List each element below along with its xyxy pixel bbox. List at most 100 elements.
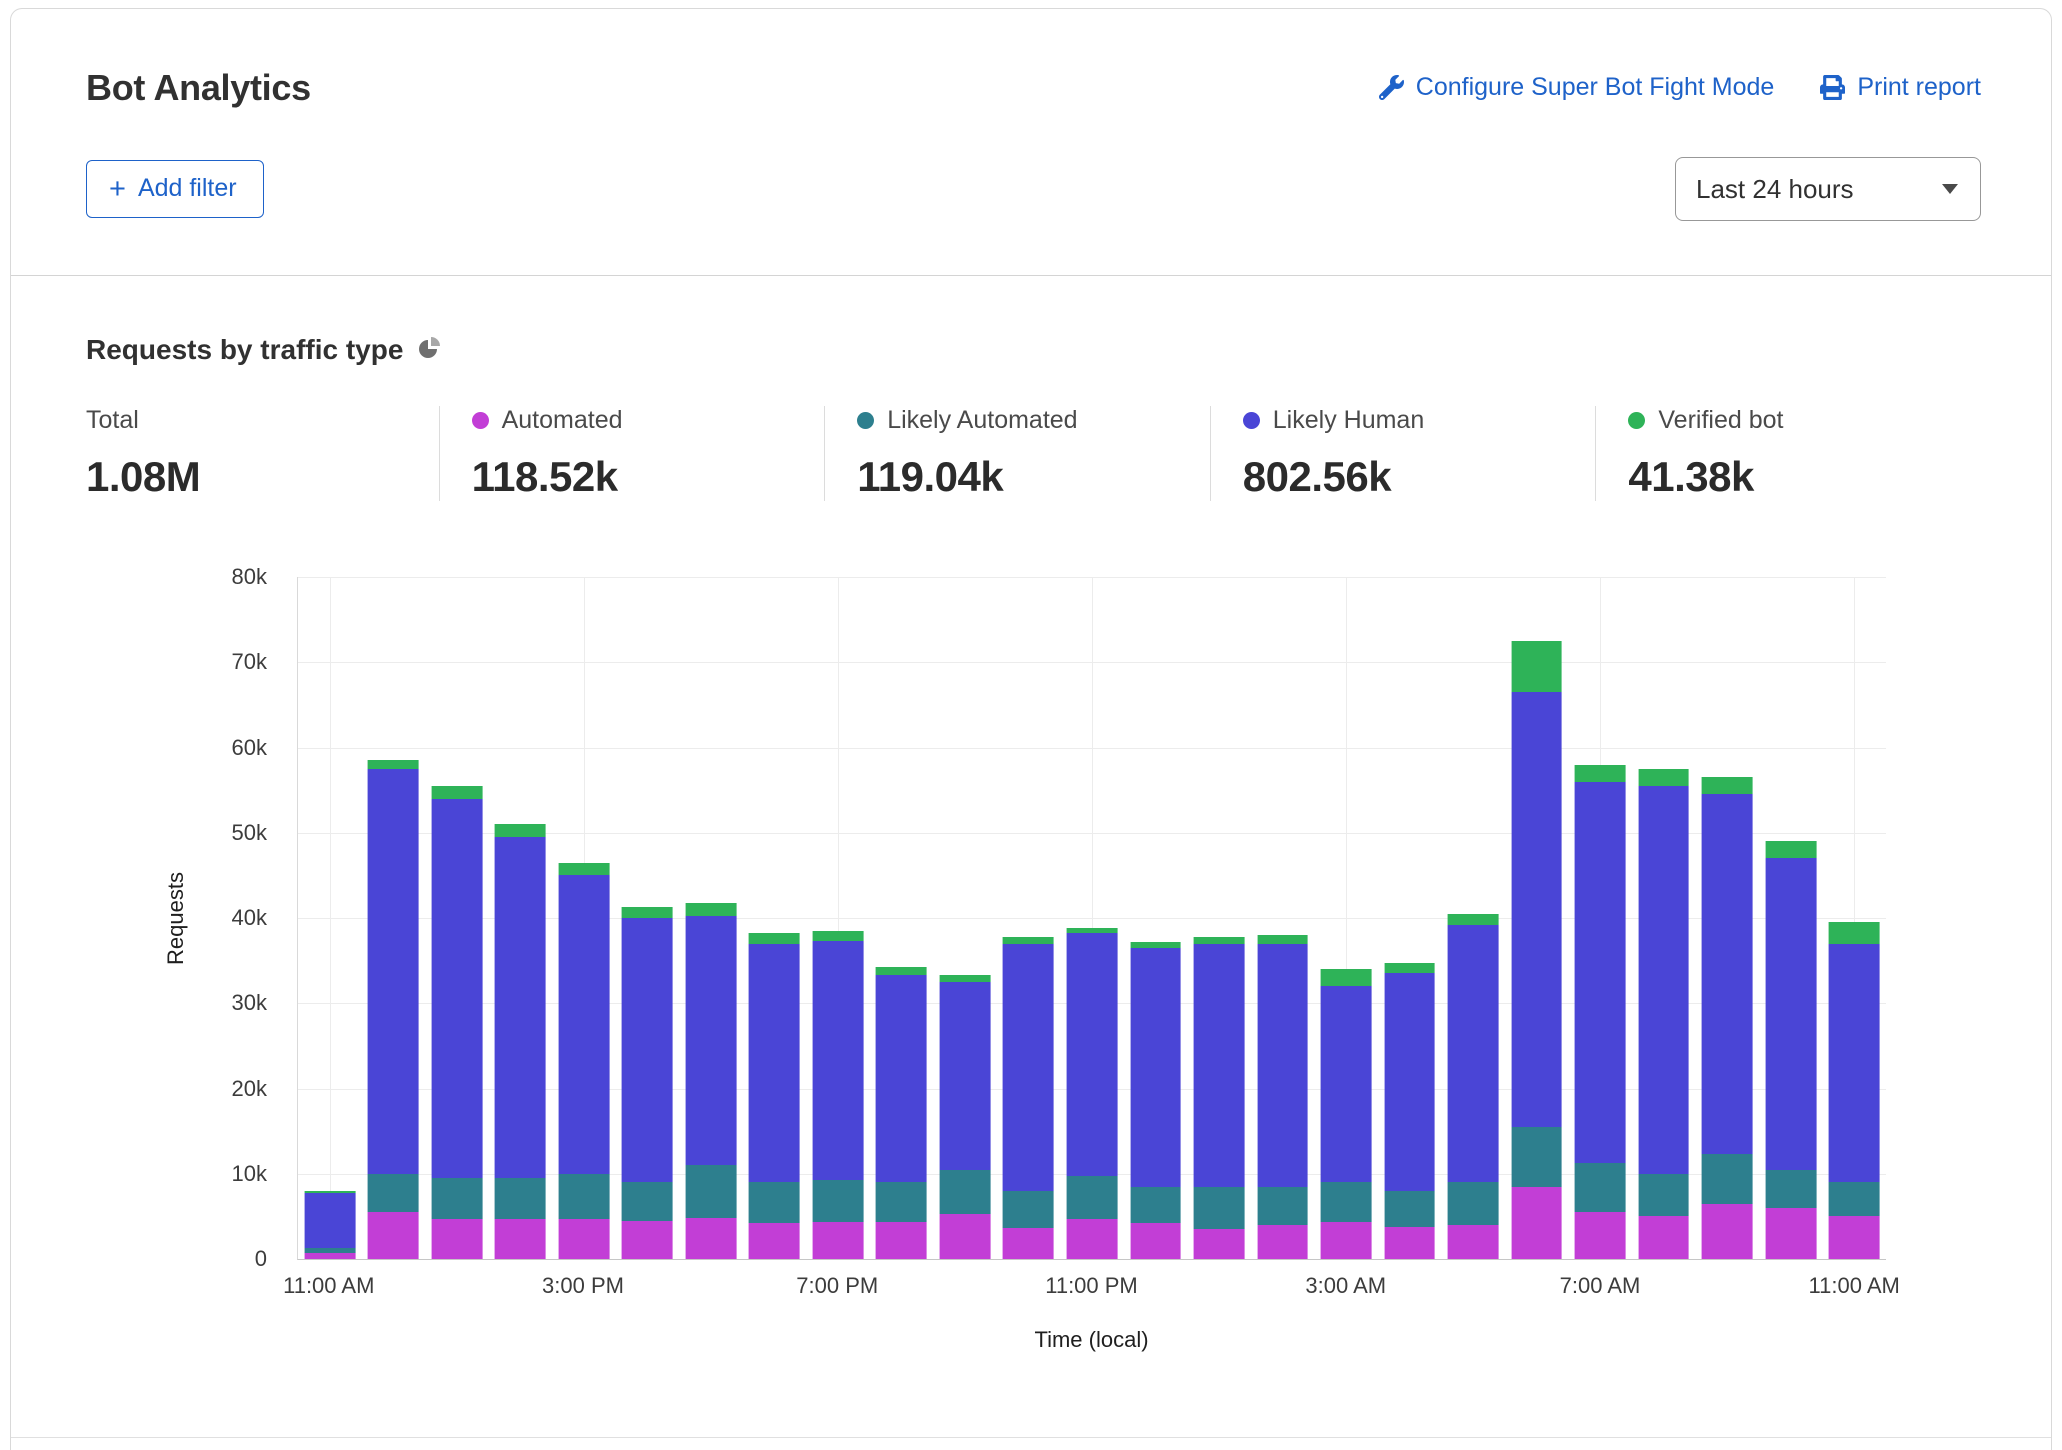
stacked-bar-24[interactable]: [1829, 577, 1880, 1259]
stacked-bar-5[interactable]: [622, 577, 673, 1259]
stacked-bar-4[interactable]: [558, 577, 609, 1259]
segment-automated: [1194, 1229, 1245, 1259]
segment-likely-automated: [1384, 1191, 1435, 1228]
stacked-bar-1[interactable]: [368, 577, 419, 1259]
stacked-bar-6[interactable]: [685, 577, 736, 1259]
bar-slot: [997, 577, 1061, 1259]
bar-slot: [425, 577, 489, 1259]
segment-verified-bot: [1384, 963, 1435, 973]
segment-verified-bot: [1321, 969, 1372, 986]
segment-likely-human: [1575, 782, 1626, 1163]
segment-likely-automated: [431, 1178, 482, 1219]
stat-total: Total 1.08M: [86, 406, 439, 501]
x-axis-title: Time (local): [297, 1327, 1886, 1353]
stacked-bar-21[interactable]: [1638, 577, 1689, 1259]
bar-slot: [679, 577, 743, 1259]
segment-verified-bot: [558, 863, 609, 875]
segment-likely-automated: [685, 1165, 736, 1218]
bar-slot: [1568, 577, 1632, 1259]
stat-likely-automated-label: Likely Automated: [887, 406, 1077, 435]
stat-likely-human: Likely Human 802.56k: [1210, 406, 1596, 501]
segment-likely-automated: [1257, 1187, 1308, 1225]
stacked-bar-15[interactable]: [1257, 577, 1308, 1259]
likely-human-legend-dot: [1243, 412, 1260, 429]
print-link-label: Print report: [1857, 73, 1981, 102]
segment-verified-bot: [1511, 641, 1562, 692]
segment-likely-automated: [876, 1182, 927, 1222]
segment-automated: [622, 1221, 673, 1259]
bar-slot: [1187, 577, 1251, 1259]
y-tick-label: 0: [255, 1246, 267, 1272]
bar-slot: [1124, 577, 1188, 1259]
stacked-bar-12[interactable]: [1067, 577, 1118, 1259]
stacked-bar-7[interactable]: [749, 577, 800, 1259]
segment-automated: [940, 1214, 991, 1259]
segment-likely-automated: [1003, 1191, 1054, 1229]
y-tick-label: 10k: [232, 1161, 267, 1187]
y-tick-label: 80k: [232, 564, 267, 590]
stacked-bar-11[interactable]: [1003, 577, 1054, 1259]
x-tick-label: 11:00 PM: [1045, 1273, 1138, 1299]
segment-automated: [1003, 1228, 1054, 1259]
stacked-bar-19[interactable]: [1511, 577, 1562, 1259]
stacked-bar-10[interactable]: [940, 577, 991, 1259]
stacked-bar-14[interactable]: [1194, 577, 1245, 1259]
stacked-bar-20[interactable]: [1575, 577, 1626, 1259]
stacked-bar-13[interactable]: [1130, 577, 1181, 1259]
segment-automated: [558, 1219, 609, 1259]
segment-likely-automated: [622, 1182, 673, 1220]
stacked-bar-2[interactable]: [431, 577, 482, 1259]
stacked-bar-18[interactable]: [1448, 577, 1499, 1259]
segment-verified-bot: [1829, 922, 1880, 943]
plot-area: [297, 577, 1886, 1260]
section-title: Requests by traffic type: [86, 334, 403, 366]
stacked-bar-17[interactable]: [1384, 577, 1435, 1259]
stat-total-value: 1.08M: [86, 453, 439, 501]
segment-likely-human: [813, 941, 864, 1180]
segment-likely-automated: [1638, 1174, 1689, 1217]
stacked-bar-0[interactable]: [304, 577, 355, 1259]
segment-verified-bot: [1194, 937, 1245, 944]
segment-verified-bot: [1765, 841, 1816, 858]
segment-automated: [1575, 1212, 1626, 1259]
configure-super-bot-fight-mode-link[interactable]: Configure Super Bot Fight Mode: [1379, 73, 1775, 102]
stacked-bar-8[interactable]: [813, 577, 864, 1259]
wrench-icon: [1379, 75, 1404, 100]
segment-likely-automated: [1448, 1182, 1499, 1225]
segment-verified-bot: [876, 967, 927, 976]
stacked-bar-23[interactable]: [1765, 577, 1816, 1259]
stat-likely-automated-value: 119.04k: [857, 453, 1210, 501]
segment-automated: [749, 1223, 800, 1259]
segment-likely-human: [876, 975, 927, 1182]
segment-verified-bot: [431, 786, 482, 799]
add-filter-button[interactable]: + Add filter: [86, 160, 264, 218]
stat-likely-human-value: 802.56k: [1243, 453, 1596, 501]
chevron-down-icon: [1942, 184, 1958, 194]
segment-likely-automated: [1130, 1187, 1181, 1224]
stacked-bar-16[interactable]: [1321, 577, 1372, 1259]
stat-automated: Automated 118.52k: [439, 406, 825, 501]
segment-verified-bot: [1638, 769, 1689, 786]
time-range-select[interactable]: Last 24 hours: [1675, 157, 1981, 221]
stat-automated-value: 118.52k: [472, 453, 825, 501]
print-report-link[interactable]: Print report: [1820, 73, 1981, 102]
bar-slot: [616, 577, 680, 1259]
bar-slot: [1632, 577, 1696, 1259]
segment-likely-human: [749, 944, 800, 1183]
bar-slot: [1441, 577, 1505, 1259]
segment-likely-human: [685, 916, 736, 1165]
segment-verified-bot: [1003, 937, 1054, 944]
segment-likely-human: [304, 1193, 355, 1248]
segment-verified-bot: [749, 933, 800, 944]
stacked-bar-22[interactable]: [1702, 577, 1753, 1259]
segment-automated: [813, 1222, 864, 1260]
stacked-bar-3[interactable]: [495, 577, 546, 1259]
x-tick-label: 3:00 PM: [542, 1273, 624, 1299]
x-axis: 11:00 AM3:00 PM7:00 PM11:00 PM3:00 AM7:0…: [297, 1267, 1886, 1307]
x-tick-label: 3:00 AM: [1305, 1273, 1386, 1299]
segment-likely-human: [1194, 944, 1245, 1187]
stacked-bar-9[interactable]: [876, 577, 927, 1259]
x-tick-label: 7:00 PM: [796, 1273, 878, 1299]
segment-likely-automated: [1702, 1154, 1753, 1203]
plus-icon: +: [109, 179, 126, 199]
